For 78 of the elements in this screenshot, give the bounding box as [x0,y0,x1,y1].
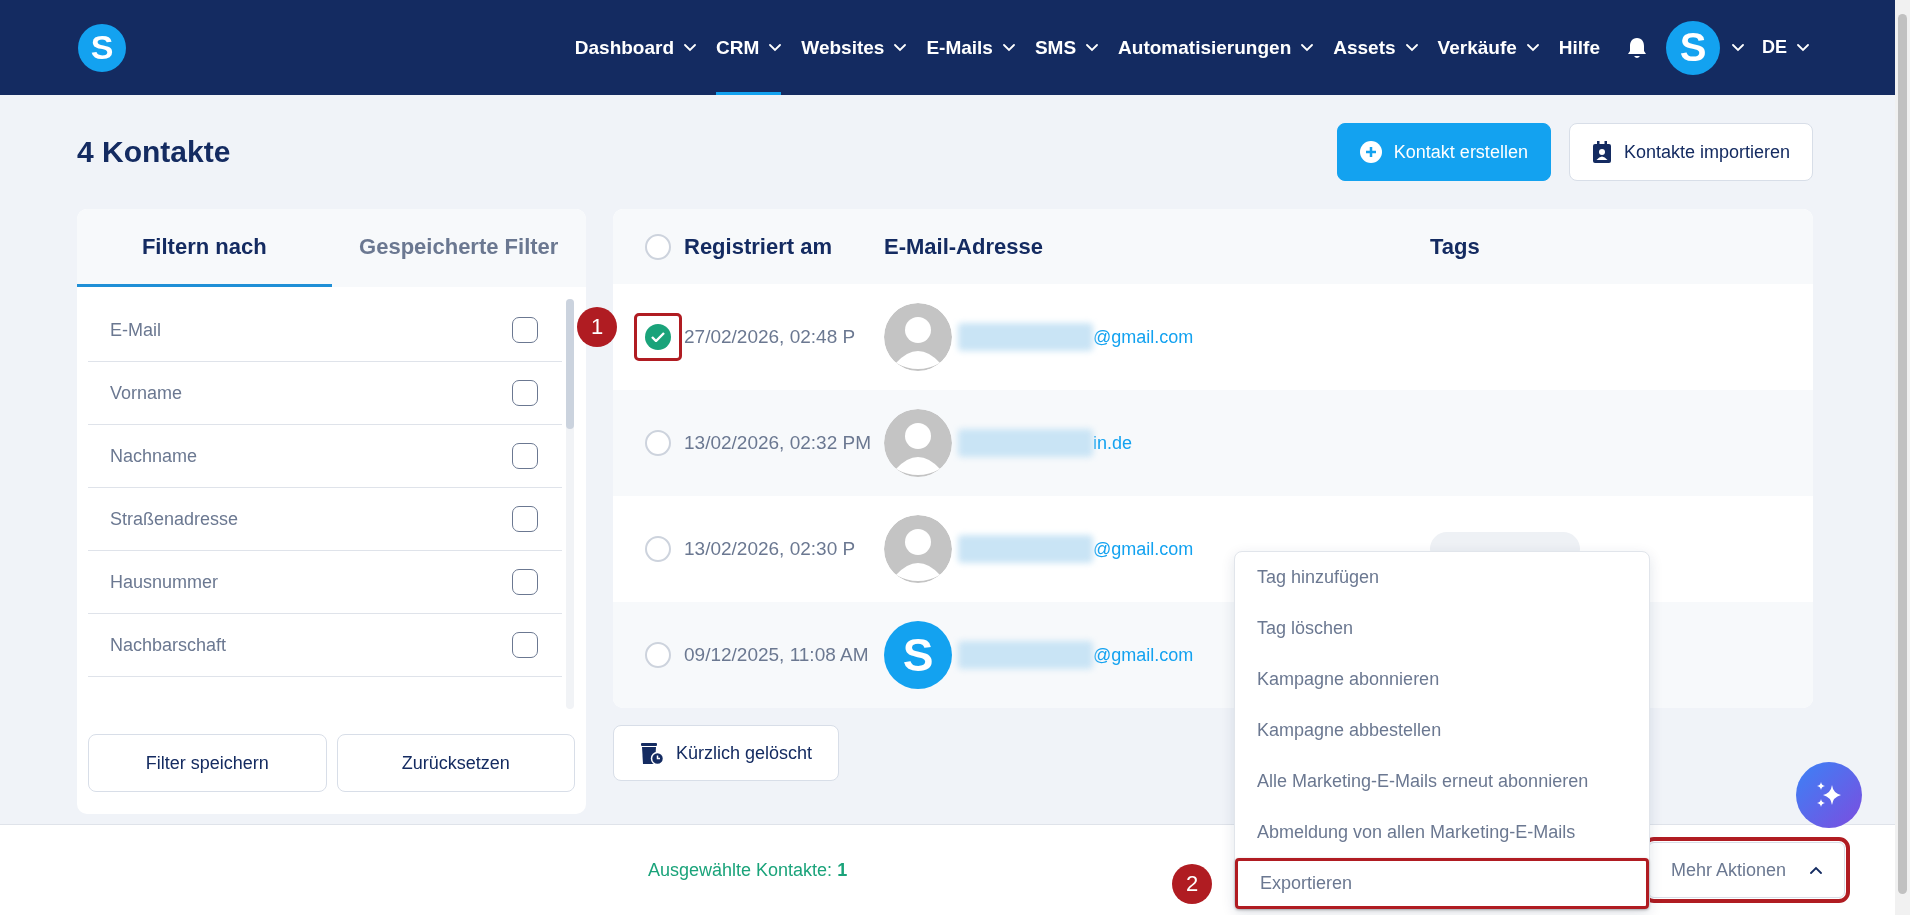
filter-checkbox[interactable] [512,506,538,532]
create-contact-button[interactable]: Kontakt erstellen [1336,123,1551,181]
chevron-icon [1526,43,1539,52]
chevron-icon [1732,43,1744,52]
email-link[interactable]: @gmail.com [1093,644,1194,666]
nav-item[interactable]: CRM [716,0,782,95]
filter-action-button[interactable]: Zurücksetzen [336,734,575,792]
filter-field-label: Straßenadresse [110,508,239,530]
menu-item[interactable]: Tag hinzufügen [1235,552,1649,603]
chevron-icon [1086,43,1099,52]
logo[interactable]: S [78,23,126,72]
filter-field-label: Hausnummer [110,571,219,593]
scrollbar[interactable] [566,299,574,709]
plus-icon [1359,141,1382,163]
filter-field-label: Vorname [110,382,183,404]
row-select-radio[interactable] [645,642,671,668]
menu-item[interactable]: Alle Marketing-E-Mails erneut abonnieren [1235,756,1649,807]
page-scrollbar[interactable] [1895,0,1910,915]
check-icon [651,332,665,342]
menu-item[interactable]: Tag löschen [1235,603,1649,654]
menu-item[interactable]: Abmeldung von allen Marketing-E-Mails [1235,807,1649,858]
filter-checkbox[interactable] [512,632,538,658]
menu-item[interactable]: Kampagne abonnieren [1235,654,1649,705]
registration-date: 13/02/2026, 02:32 PM [684,432,872,454]
chevron-icon [1301,43,1314,52]
filter-checkbox[interactable] [512,317,538,343]
registration-date: 13/02/2026, 02:30 P [684,538,857,560]
nav-item[interactable]: Websites [801,0,907,95]
filter-checkbox[interactable] [512,380,538,406]
column-header: Registriert am [684,233,833,260]
row-select-radio[interactable] [645,430,671,456]
bell-icon[interactable] [1626,35,1648,60]
nav-item[interactable]: Hilfe [1558,0,1600,95]
chevron-icon [684,43,697,52]
menu-item[interactable]: Kampagne abbestellen [1235,705,1649,756]
avatar-placeholder-icon [884,303,952,371]
chevron-icon [1797,43,1809,52]
nav-item[interactable]: Verkäufe [1437,0,1539,95]
menu-item[interactable]: Exportieren [1235,858,1649,909]
filter-tab[interactable]: Filtern nach [77,209,332,287]
registration-date: 09/12/2025, 11:08 AM [684,644,870,666]
filter-action-button[interactable]: Filter speichern [88,734,327,792]
avatar-placeholder-icon [884,409,952,477]
filter-tab[interactable]: Gespeicherte Filter [331,209,586,287]
email-link[interactable]: @gmail.com [1093,538,1194,560]
row-select-radio[interactable] [645,324,671,350]
filter-field-label: Nachbarschaft [110,634,227,656]
page-title: 4 Kontakte [77,135,231,169]
contact-card-icon [1591,141,1612,163]
chevron-icon [1405,43,1418,52]
nav-item[interactable]: E-Mails [926,0,1015,95]
recently-deleted-button[interactable]: Kürzlich gelöscht [613,725,840,781]
filter-checkbox[interactable] [512,569,538,595]
select-all-radio[interactable] [645,233,671,260]
nav-item[interactable]: Dashboard [574,0,697,95]
column-header: E-Mail-Adresse [884,233,1044,260]
annotation-badge: 1 [577,307,617,347]
trash-clock-icon [640,741,664,765]
selected-contacts-count: Ausgewählte Kontakte: 1 [648,859,848,881]
email-link[interactable]: in.de [1093,432,1133,454]
filter-checkbox[interactable] [512,443,538,469]
avatar: S [884,621,952,689]
filter-field-label: Nachname [110,445,198,467]
filter-field-label: E-Mail [110,319,161,341]
chevron-icon [1810,866,1822,874]
column-header: Tags [1430,233,1480,260]
row-select-radio[interactable] [645,536,671,562]
chevron-icon [1002,43,1015,52]
chevron-icon [769,43,782,52]
import-contacts-button[interactable]: Kontakte importieren [1568,123,1813,181]
registration-date: 27/02/2026, 02:48 P [684,326,857,348]
email-link[interactable]: @gmail.com [1093,326,1194,348]
chevron-icon [894,43,907,52]
nav-item[interactable]: Automatisierungen [1118,0,1314,95]
avatar-placeholder-icon [884,515,952,583]
nav-item[interactable]: SMS [1034,0,1099,95]
nav-item[interactable]: Assets [1333,0,1418,95]
language-selector[interactable]: DE [1756,36,1815,59]
